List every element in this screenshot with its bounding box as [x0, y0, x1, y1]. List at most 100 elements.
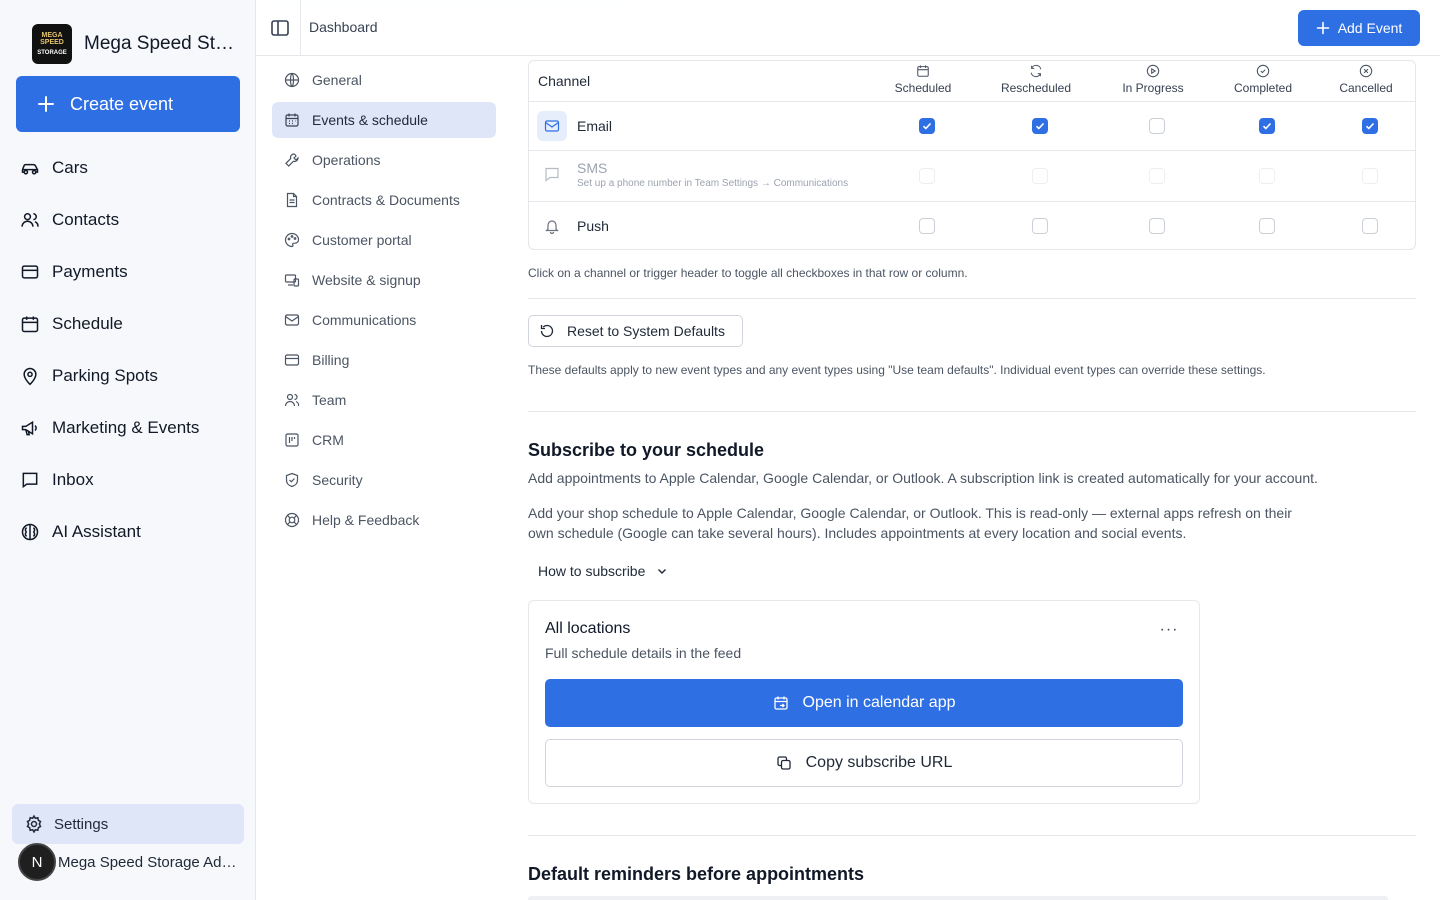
trigger-header-cancelled[interactable]: Cancelled [1311, 64, 1421, 95]
trigger-label: In Progress [1122, 81, 1184, 95]
panel-left-icon [271, 20, 289, 36]
nav-item-settings[interactable]: Settings [12, 804, 244, 844]
checkbox-email-scheduled[interactable] [919, 118, 935, 134]
reset-defaults-label: Reset to System Defaults [567, 323, 725, 339]
inbox-icon [22, 472, 38, 489]
channel-toggle-email[interactable]: Email [537, 111, 612, 141]
nav-item-schedule[interactable]: Schedule [16, 298, 240, 350]
crm-icon [285, 433, 299, 447]
nav-item-parking-spots[interactable]: Parking Spots [16, 350, 240, 402]
subnav-item-events-schedule[interactable]: Events & schedule [272, 102, 496, 138]
subnav-item-team[interactable]: Team [272, 382, 496, 418]
topbar-separator [300, 0, 301, 56]
account-menu[interactable]: N Mega Speed Storage Admin [18, 842, 248, 882]
file-icon [286, 192, 298, 208]
sidebar-toggle-button[interactable] [268, 16, 292, 40]
trigger-label: Cancelled [1339, 81, 1393, 95]
nav-item-label: Cars [52, 158, 88, 177]
nav-item-ai-assistant[interactable]: AI Assistant [16, 506, 240, 558]
checkbox-sms-completed [1259, 168, 1275, 184]
notification-matrix: Channel Scheduled Rescheduled In Progres… [528, 60, 1416, 250]
mail-icon [284, 314, 300, 326]
subnav-item-communications[interactable]: Communications [272, 302, 496, 338]
copy-subscribe-url-label: Copy subscribe URL [805, 754, 953, 771]
matrix-hint: Click on a channel or trigger header to … [528, 266, 968, 280]
subnav-item-label: Events & schedule [312, 112, 428, 128]
calendar-icon [21, 316, 39, 333]
subnav-item-operations[interactable]: Operations [272, 142, 496, 178]
trigger-header-completed[interactable]: Completed [1208, 64, 1318, 95]
subnav-item-label: CRM [312, 432, 344, 448]
add-event-button[interactable]: Add Event [1298, 10, 1420, 46]
account-name: Mega Speed Storage Admin [58, 853, 238, 871]
channel-note: Set up a phone number in Team Settings →… [577, 177, 849, 189]
open-calendar-app-label: Open in calendar app [802, 694, 956, 711]
nav-item-label: Parking Spots [52, 366, 158, 385]
trigger-header-scheduled[interactable]: Scheduled [868, 64, 978, 95]
channel-icon-box [537, 111, 567, 141]
defaults-note: These defaults apply to new event types … [528, 363, 1266, 377]
channel-row-email: Email [529, 102, 1415, 150]
subnav-item-contracts-documents[interactable]: Contracts & Documents [272, 182, 496, 218]
calendar-feed-card: All locations Full schedule details in t… [528, 600, 1200, 804]
create-event-button[interactable]: Create event [16, 76, 240, 132]
checkbox-email-rescheduled[interactable] [1032, 118, 1048, 134]
palette-icon [284, 232, 300, 248]
nav-item-cars[interactable]: Cars [16, 142, 240, 194]
channel-text: SMS Set up a phone number in Team Settin… [577, 160, 848, 189]
open-calendar-app-button[interactable]: Open in calendar app [545, 679, 1183, 727]
app-sidebar: MEGA SPEED STORAGE Mega Speed Storage Cr… [0, 0, 256, 900]
create-event-label: Create event [70, 93, 174, 114]
nav-item-label: AI Assistant [52, 522, 141, 541]
reset-defaults-button[interactable]: Reset to System Defaults [528, 315, 743, 347]
play-circle-icon [1146, 64, 1160, 78]
more-options-button[interactable]: ··· [1157, 621, 1181, 641]
checkbox-email-cancelled[interactable] [1362, 118, 1378, 134]
nav-item-payments[interactable]: Payments [16, 246, 240, 298]
globe-icon [284, 72, 300, 88]
reminders-text-placeholder [528, 896, 1388, 900]
nav-item-inbox[interactable]: Inbox [16, 454, 240, 506]
checkbox-push-in-progress[interactable] [1149, 218, 1165, 234]
subnav-item-billing[interactable]: Billing [272, 342, 496, 378]
refresh-icon [1030, 64, 1042, 78]
breadcrumb[interactable]: Dashboard [309, 19, 378, 35]
wrench-icon [285, 153, 299, 167]
nav-item-marketing-events[interactable]: Marketing & Events [16, 402, 240, 454]
channel-icon-box [537, 159, 567, 189]
main-nav: Cars Contacts Payments Schedule Parking … [16, 142, 240, 558]
subnav-item-security[interactable]: Security [272, 462, 496, 498]
checkbox-sms-rescheduled [1032, 168, 1048, 184]
checkbox-email-in-progress[interactable] [1149, 118, 1165, 134]
checkbox-sms-in-progress [1149, 168, 1165, 184]
subnav-item-label: Team [312, 392, 347, 408]
subnav-item-general[interactable]: General [272, 62, 496, 98]
subnav-item-label: Billing [312, 352, 350, 368]
nav-item-contacts[interactable]: Contacts [16, 194, 240, 246]
how-to-subscribe-toggle[interactable]: How to subscribe [538, 563, 669, 579]
checkbox-sms-scheduled [919, 168, 935, 184]
checkbox-push-rescheduled[interactable] [1032, 218, 1048, 234]
copy-subscribe-url-button[interactable]: Copy subscribe URL [545, 739, 1183, 787]
channel-toggle-push[interactable]: Push [537, 211, 609, 241]
checkbox-push-cancelled[interactable] [1362, 218, 1378, 234]
nav-item-label: Marketing & Events [52, 418, 200, 437]
subnav-item-website-signup[interactable]: Website & signup [272, 262, 496, 298]
checkbox-push-scheduled[interactable] [919, 218, 935, 234]
message-icon [545, 167, 559, 182]
nav-item-label: Contacts [52, 210, 120, 229]
trigger-header-in-progress[interactable]: In Progress [1098, 64, 1208, 95]
brand[interactable]: MEGA SPEED STORAGE Mega Speed Storage [32, 24, 234, 64]
subnav-item-label: General [312, 72, 362, 88]
subnav-item-help-feedback[interactable]: Help & Feedback [272, 502, 496, 538]
trigger-header-rescheduled[interactable]: Rescheduled [981, 64, 1091, 95]
credit-card-icon [284, 354, 300, 366]
check-icon [1262, 122, 1272, 130]
channel-name: Email [577, 118, 613, 134]
checkbox-push-completed[interactable] [1259, 218, 1275, 234]
subnav-item-crm[interactable]: CRM [272, 422, 496, 458]
subnav-item-customer-portal[interactable]: Customer portal [272, 222, 496, 258]
plus-icon [1316, 21, 1329, 35]
checkbox-email-completed[interactable] [1259, 118, 1275, 134]
brain-icon [21, 523, 39, 541]
